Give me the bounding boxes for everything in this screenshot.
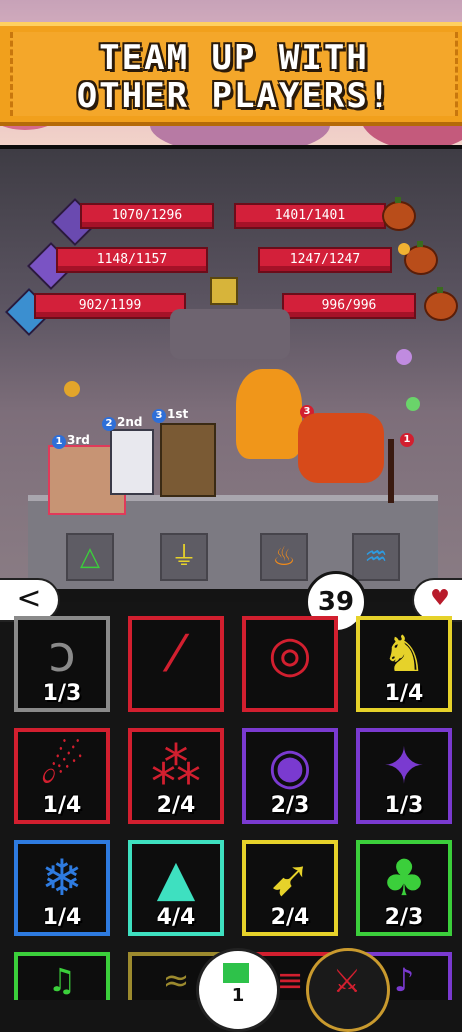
vortex-icon: ◉: [268, 737, 312, 795]
arrows-icon: ➹: [269, 849, 311, 907]
chat-button[interactable]: 1: [196, 948, 280, 1032]
orb-icon: [398, 243, 410, 255]
skill-card[interactable]: ♞ 1/4: [356, 616, 452, 712]
skill-charge-count: 4/4: [156, 905, 196, 930]
skill-charge-count: 2/4: [156, 793, 196, 818]
skill-card[interactable]: ✦ 1/3: [356, 728, 452, 824]
party-character[interactable]: [160, 423, 216, 497]
banner-title-line2: OTHER PLAYERS!: [76, 76, 392, 116]
skill-charge-count: 1/3: [384, 793, 424, 818]
skill-charge-count: 2/3: [384, 905, 424, 930]
orb-icon: [396, 349, 412, 365]
skill-card[interactable]: ⁂ 2/4: [128, 728, 224, 824]
ice-icon: ❄: [41, 849, 83, 907]
bird-icon: ♞: [381, 625, 427, 683]
skill-charge-count: 1/3: [42, 681, 82, 706]
battle-button[interactable]: ⚔: [306, 948, 390, 1032]
skill-charge-count: 2/4: [270, 905, 310, 930]
promo-banner: TEAM UP WITH OTHER PLAYERS!: [0, 22, 462, 126]
skill-card[interactable]: ◉ 2/3: [242, 728, 338, 824]
tree-icon: ♣: [381, 849, 427, 907]
party-rank-label: 3 1st: [152, 407, 188, 423]
orb-icon: [64, 381, 80, 397]
party-rank-label: 2 2nd: [102, 415, 142, 431]
party-hp-bar: 1148/1157: [56, 247, 208, 273]
enemy-hp-bar: 996/996: [282, 293, 416, 319]
chest-icon: [210, 277, 238, 305]
party-character[interactable]: [110, 429, 154, 495]
crossed-swords-icon: ⚔: [332, 962, 362, 1000]
skill-card[interactable]: ◎: [242, 616, 338, 712]
party-rank-label: 1 3rd: [52, 433, 90, 449]
floating-rock: [170, 309, 290, 359]
skill-card[interactable]: ♣ 2/3: [356, 840, 452, 936]
skill-card[interactable]: ▲ 4/4: [128, 840, 224, 936]
ring-icon: ◎: [268, 625, 312, 683]
enemy-hp-bar: 1247/1247: [258, 247, 392, 273]
orb-icon: [406, 397, 420, 411]
skill-card[interactable]: ♫: [14, 952, 110, 1000]
rune-slot: △: [66, 533, 114, 581]
skill-charge-count: 1/4: [42, 905, 82, 930]
fire-spirit-enemy[interactable]: [236, 369, 302, 459]
skill-card[interactable]: ☄ 1/4: [14, 728, 110, 824]
enemy-target-badge: 1: [400, 433, 414, 447]
fox-mage-enemy[interactable]: [298, 413, 384, 483]
staff-icon: [388, 439, 394, 503]
chat-count: 1: [231, 985, 245, 1006]
skill-card[interactable]: ❄ 1/4: [14, 840, 110, 936]
rune-slot: ♨: [260, 533, 308, 581]
pumpkin-icon: [424, 287, 458, 321]
skill-card[interactable]: ⁄: [128, 616, 224, 712]
rune-slot: ⏚: [160, 533, 208, 581]
skill-card[interactable]: ➹ 2/4: [242, 840, 338, 936]
battle-scene: 1070/1296 1148/1157 902/1199 1401/1401 1…: [0, 149, 462, 589]
rune-slot: ♒: [352, 533, 400, 581]
party-hp-bar: 1070/1296: [80, 203, 214, 229]
enemy-hp-bar: 1401/1401: [234, 203, 386, 229]
spores-icon: ⁂: [151, 737, 201, 795]
skill-charge-count: 1/4: [384, 681, 424, 706]
rune-music-icon: ♫: [47, 961, 77, 999]
chat-icon: [223, 963, 249, 983]
sparkle-icon: ✦: [383, 737, 425, 795]
skill-card[interactable]: ↄ 1/3: [14, 616, 110, 712]
banner-title-line1: TEAM UP WITH: [99, 38, 369, 78]
hook-icon: ↄ: [48, 625, 76, 683]
skill-charge-count: 2/3: [270, 793, 310, 818]
comet-icon: ☄: [39, 737, 85, 795]
pumpkin-icon: [382, 197, 416, 231]
party-hp-bar: 902/1199: [34, 293, 186, 319]
slash-icon: ⁄: [171, 625, 181, 683]
skill-charge-count: 1/4: [42, 793, 82, 818]
light-beam-icon: ▲: [156, 849, 196, 907]
